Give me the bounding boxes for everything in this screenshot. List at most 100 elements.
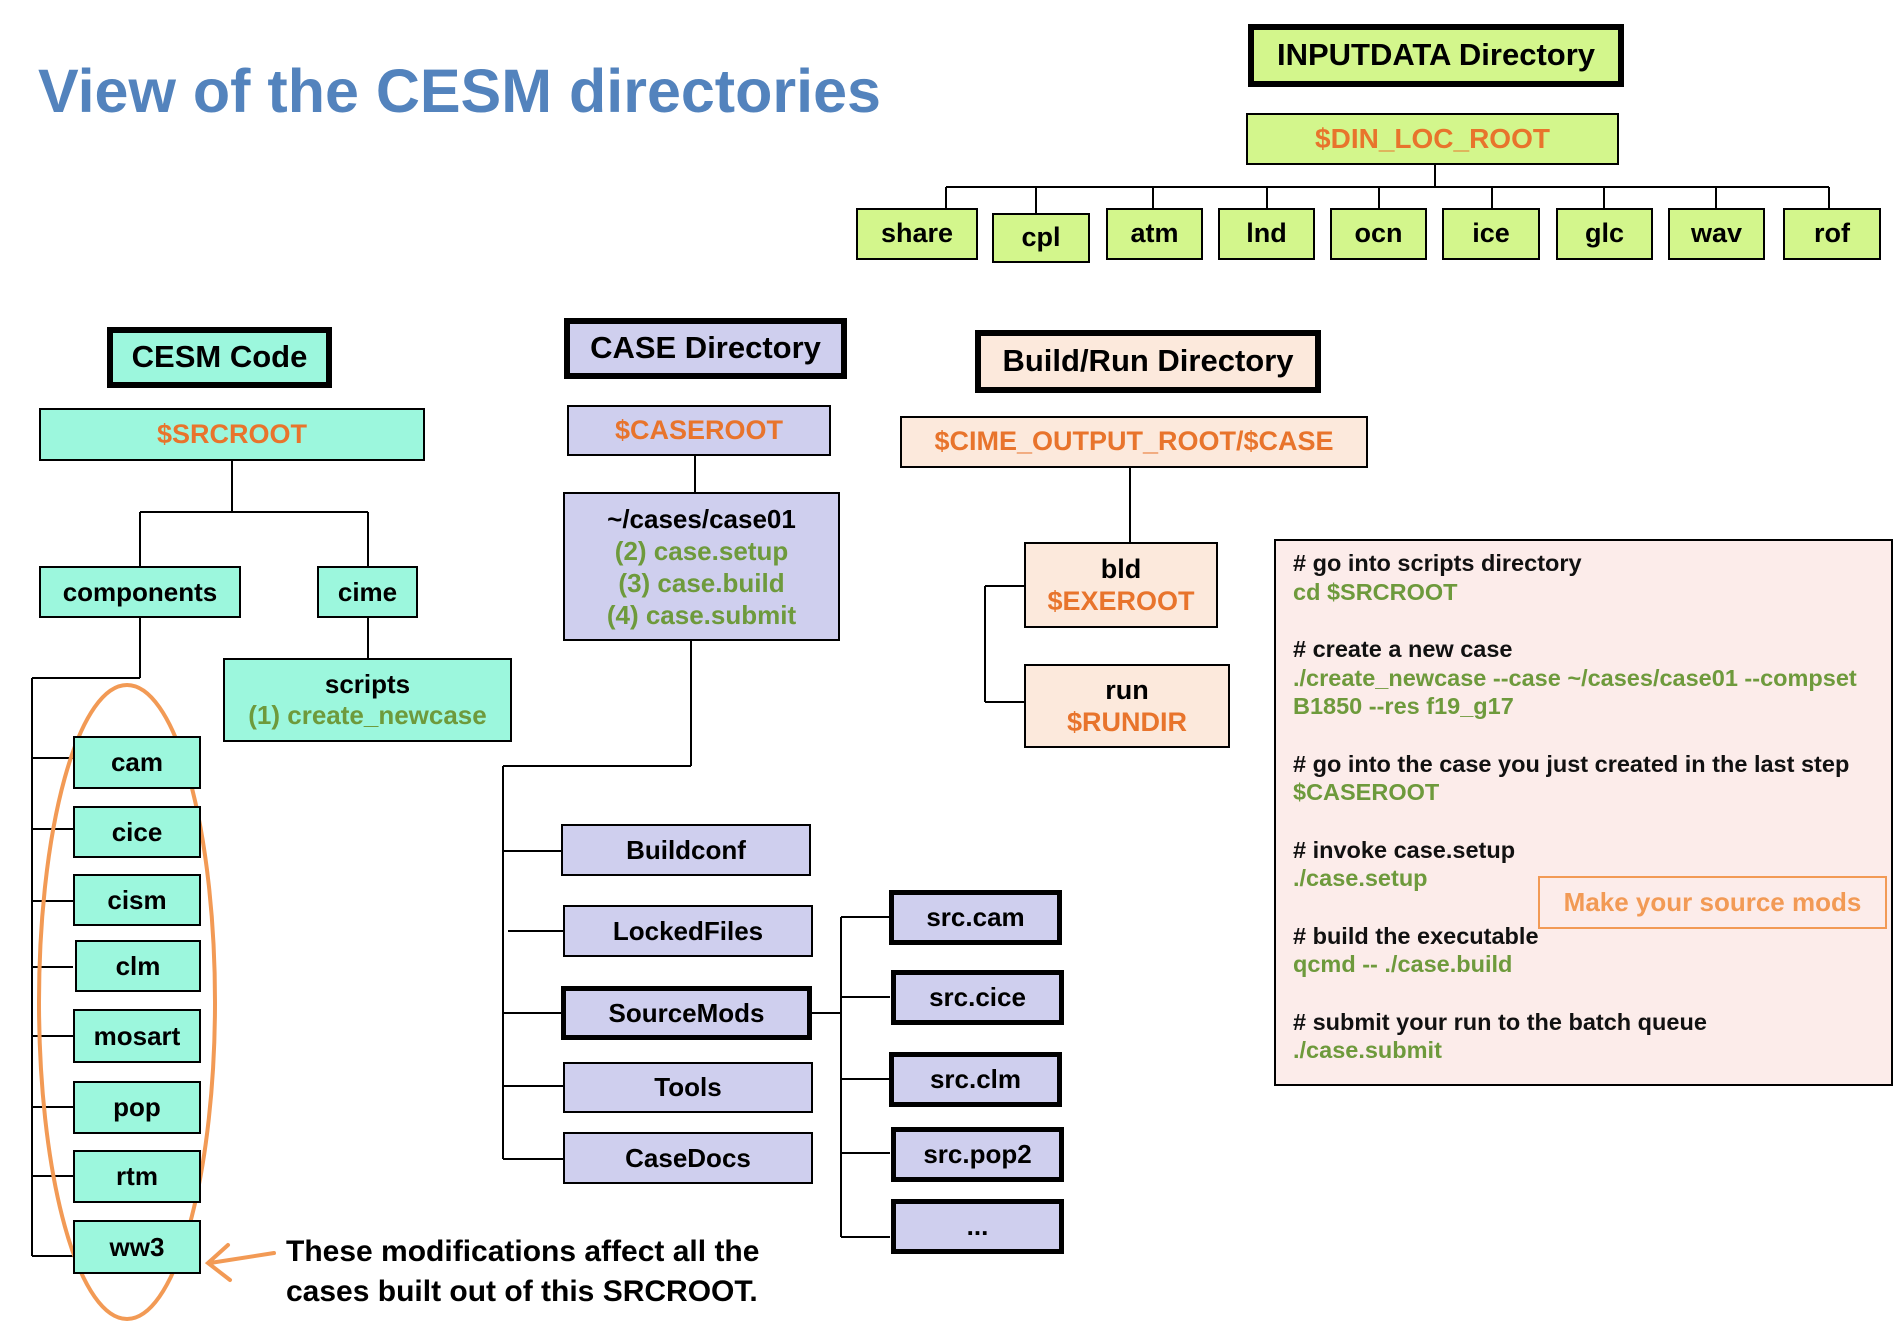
command-line: qcmd -- ./case.build (1293, 951, 1513, 977)
cime-label: cime (337, 576, 398, 607)
command-block: # create a new case ./create_newcase --c… (1293, 635, 1891, 721)
page-title: View of the CESM directories (38, 57, 881, 125)
command-block: # submit your run to the batch queue ./c… (1293, 1008, 1891, 1065)
component-cam[interactable]: cam (73, 736, 201, 789)
dir-label: share (880, 218, 954, 249)
dir-label: lnd (1246, 218, 1287, 249)
note-line-2: cases built out of this SRCROOT. (286, 1275, 758, 1308)
callout-label: Make your source mods (1563, 887, 1862, 917)
case-subdir-lockedfiles[interactable]: LockedFiles (563, 905, 813, 957)
src-label: ... (966, 1211, 989, 1242)
bld-label: bld (1100, 554, 1142, 584)
dir-label: atm (1130, 218, 1179, 249)
component-mosart[interactable]: mosart (73, 1009, 201, 1063)
component-label: cam (110, 747, 164, 778)
cime-output-root-box[interactable]: $CIME_OUTPUT_ROOT/$CASE (900, 416, 1368, 468)
srcroot-box[interactable]: $SRCROOT (39, 408, 425, 461)
command-comment: # create a new case (1293, 636, 1513, 662)
component-cice[interactable]: cice (73, 806, 201, 858)
case-subdir-tools[interactable]: Tools (563, 1062, 813, 1113)
dir-label: rof (1814, 218, 1850, 249)
note-arrow (204, 1243, 276, 1282)
component-cism[interactable]: cism (73, 874, 201, 926)
inputdata-dir-wav[interactable]: wav (1668, 208, 1765, 260)
command-block: # go into the case you just created in t… (1293, 750, 1891, 807)
scripts-label: scripts (324, 669, 411, 700)
case-build-step: (3) case.build (618, 567, 785, 598)
inputdata-header: INPUTDATA Directory (1248, 24, 1624, 87)
run-label: run (1105, 675, 1149, 705)
dir-label: glc (1584, 218, 1624, 249)
case-subdir-buildconf[interactable]: Buildconf (561, 824, 811, 876)
inputdata-dir-rof[interactable]: rof (1783, 208, 1881, 260)
sourcemods-src-clm[interactable]: src.clm (889, 1052, 1062, 1107)
inputdata-dir-ocn[interactable]: ocn (1330, 208, 1427, 260)
component-label: ww3 (109, 1231, 165, 1262)
bld-box[interactable]: bld $EXEROOT (1024, 542, 1218, 628)
command-line: $CASEROOT (1293, 779, 1440, 805)
component-label: mosart (93, 1020, 181, 1051)
command-line: B1850 --res f19_g17 (1293, 693, 1514, 719)
din-loc-root-label: $DIN_LOC_ROOT (1315, 123, 1550, 155)
case-setup-step: (2) case.setup (614, 535, 789, 566)
cime-box[interactable]: cime (317, 566, 418, 618)
dir-label: ocn (1354, 218, 1403, 249)
src-label: src.cice (929, 982, 1026, 1013)
inputdata-dir-share[interactable]: share (856, 208, 978, 260)
command-block: # go into scripts directory cd $SRCROOT (1293, 549, 1891, 606)
inputdata-dir-ice[interactable]: ice (1442, 208, 1540, 260)
src-label: src.cam (926, 902, 1025, 933)
command-line: ./create_newcase --case ~/cases/case01 -… (1293, 664, 1857, 691)
inputdata-dir-atm[interactable]: atm (1106, 208, 1203, 260)
case-subdir-sourcemods[interactable]: SourceMods (561, 986, 812, 1040)
cesm-code-header-label: CESM Code (131, 339, 308, 375)
command-steps-box: # go into scripts directory cd $SRCROOT … (1274, 539, 1893, 1086)
scripts-box[interactable]: scripts (1) create_newcase (223, 658, 512, 742)
dir-label: ice (1472, 218, 1510, 249)
command-comment: # go into the case you just created in t… (1293, 750, 1850, 777)
command-comment: # invoke case.setup (1293, 836, 1516, 863)
note-line-1: These modifications affect all the (286, 1235, 760, 1268)
sourcemods-src-cam[interactable]: src.cam (889, 890, 1062, 945)
rundir-label: $RUNDIR (1066, 707, 1187, 737)
command-comment: # submit your run to the batch queue (1293, 1008, 1707, 1035)
create-newcase-step: (1) create_newcase (248, 700, 487, 730)
src-label: src.pop2 (923, 1139, 1032, 1170)
sourcemods-src-pop2[interactable]: src.pop2 (891, 1127, 1064, 1182)
component-rtm[interactable]: rtm (73, 1150, 201, 1203)
sourcemods-more[interactable]: ... (891, 1199, 1064, 1254)
component-pop[interactable]: pop (73, 1081, 201, 1134)
case01-box[interactable]: ~/cases/case01 (2) case.setup (3) case.b… (563, 492, 840, 641)
component-clm[interactable]: clm (75, 940, 201, 992)
case-path-label: ~/cases/case01 (607, 503, 796, 534)
command-comment: # go into scripts directory (1293, 550, 1582, 576)
run-box[interactable]: run $RUNDIR (1024, 664, 1230, 748)
din-loc-root-box[interactable]: $DIN_LOC_ROOT (1246, 113, 1619, 165)
case-submit-step: (4) case.submit (606, 599, 797, 630)
command-block: # build the executable qcmd -- ./case.bu… (1293, 922, 1891, 979)
case-dir-header-label: CASE Directory (590, 330, 821, 366)
inputdata-dir-cpl[interactable]: cpl (992, 213, 1090, 263)
components-box[interactable]: components (39, 566, 241, 618)
build-run-header-label: Build/Run Directory (1002, 343, 1294, 379)
inputdata-dir-lnd[interactable]: lnd (1218, 208, 1315, 260)
subdir-label: LockedFiles (612, 915, 764, 946)
command-line: ./case.submit (1293, 1037, 1442, 1063)
source-mods-callout: Make your source mods (1538, 876, 1887, 929)
case-subdir-casedocs[interactable]: CaseDocs (563, 1132, 813, 1184)
component-label: cice (111, 816, 163, 847)
sourcemods-src-cice[interactable]: src.cice (891, 970, 1064, 1025)
command-line: cd $SRCROOT (1293, 578, 1458, 605)
build-run-header: Build/Run Directory (975, 330, 1321, 393)
caseroot-label: $CASEROOT (614, 414, 784, 445)
srcroot-note: These modifications affect all the cases… (286, 1232, 759, 1312)
dir-label: cpl (1021, 222, 1061, 253)
component-ww3[interactable]: ww3 (73, 1220, 201, 1274)
inputdata-dir-glc[interactable]: glc (1556, 208, 1653, 260)
subdir-label: SourceMods (608, 997, 765, 1028)
component-label: pop (113, 1092, 161, 1123)
cesm-code-header: CESM Code (107, 327, 332, 388)
dir-label: wav (1690, 218, 1743, 249)
caseroot-box[interactable]: $CASEROOT (567, 405, 831, 456)
subdir-label: CaseDocs (625, 1142, 751, 1173)
